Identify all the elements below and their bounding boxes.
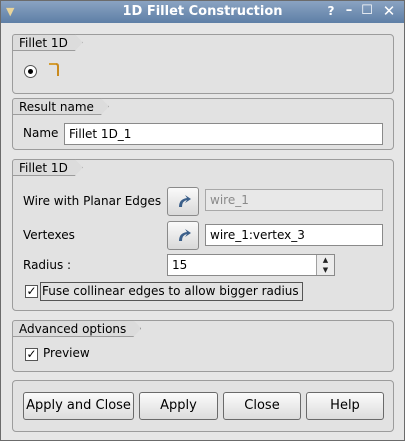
advanced-options-group: Advanced options ✓ Preview <box>12 320 394 372</box>
minimize-button[interactable]: – <box>341 3 357 19</box>
name-label: Name <box>23 126 59 140</box>
constructor-radio[interactable] <box>24 65 37 78</box>
vertexes-field[interactable]: wire_1:vertex_3 <box>205 224 383 246</box>
dialog-window: ▼ 1D Fillet Construction ? – ☐ ✕ Fillet … <box>0 0 405 441</box>
fuse-label: Fuse collinear edges to allow bigger rad… <box>40 282 303 301</box>
help-button[interactable]: Help <box>306 392 384 420</box>
apply-and-close-button[interactable]: Apply and Close <box>23 392 134 420</box>
help-title-button[interactable]: ? <box>323 3 339 19</box>
wire-label: Wire with Planar Edges <box>23 194 162 208</box>
name-field[interactable]: Fillet 1D_1 <box>64 123 383 145</box>
fuse-checkbox[interactable]: ✓ <box>25 285 38 298</box>
vertexes-select-button[interactable] <box>167 221 199 250</box>
wire-select-button[interactable] <box>167 187 199 216</box>
close-button[interactable]: Close <box>223 392 301 420</box>
maximize-button[interactable]: ☐ <box>359 3 375 19</box>
radius-value: 15 <box>172 258 188 272</box>
fillet-1d-icon <box>46 60 64 81</box>
apply-button[interactable]: Apply <box>139 392 218 420</box>
spin-up-icon[interactable]: ▲ <box>317 255 334 265</box>
arguments-group: Fillet 1D Wire with Planar Edges wire_1 … <box>12 159 394 311</box>
spin-down-icon[interactable]: ▼ <box>317 265 334 275</box>
result-name-group-title: Result name <box>12 98 109 115</box>
advanced-options-group-title: Advanced options <box>12 320 141 337</box>
preview-label: Preview <box>43 346 90 360</box>
title-bar[interactable]: ▼ 1D Fillet Construction ? – ☐ ✕ <box>1 1 404 23</box>
wire-field[interactable]: wire_1 <box>205 189 383 211</box>
vertexes-label: Vertexes <box>23 228 75 242</box>
result-name-group: Result name Name Fillet 1D_1 <box>12 98 394 150</box>
fillet-type-group: Fillet 1D <box>12 34 394 94</box>
arguments-group-title: Fillet 1D <box>12 159 83 176</box>
radius-spinbox[interactable]: 15 ▲ ▼ <box>167 254 335 276</box>
radius-spin-arrows[interactable]: ▲ ▼ <box>316 255 334 275</box>
preview-checkbox[interactable]: ✓ <box>25 348 38 361</box>
select-arrow-icon <box>179 195 191 207</box>
select-arrow-icon <box>179 229 191 241</box>
fillet-type-group-title: Fillet 1D <box>12 34 83 51</box>
radius-label: Radius : <box>23 258 72 272</box>
close-window-button[interactable]: ✕ <box>381 3 397 19</box>
